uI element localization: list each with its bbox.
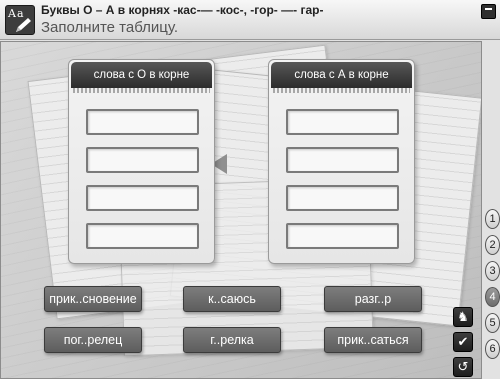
step-button-2[interactable]: 2 xyxy=(485,235,500,255)
check-button[interactable]: ✔ xyxy=(453,332,473,352)
hint-button[interactable]: ♞ xyxy=(453,307,473,327)
word-tile[interactable]: разг..р xyxy=(324,286,422,312)
word-tile[interactable]: к..саюсь xyxy=(183,286,281,312)
step-button-6[interactable]: 6 xyxy=(485,339,500,359)
task-instruction: Заполните таблицу. xyxy=(41,19,179,36)
word-tile[interactable]: прик..сновение xyxy=(44,286,142,312)
drop-slot-o-2[interactable] xyxy=(86,147,199,173)
word-tile[interactable]: прик..саться xyxy=(324,327,422,353)
step-button-5[interactable]: 5 xyxy=(485,313,500,333)
work-area: слова с О в корне слова с А в корне прик… xyxy=(0,41,482,379)
word-tile[interactable]: пог..релец xyxy=(44,327,142,353)
panel-divider xyxy=(273,88,410,93)
page-title: Буквы О – А в корнях -кас-— -кос-, -гор-… xyxy=(41,3,324,17)
column-o-header: слова с О в корне xyxy=(71,62,212,88)
column-o-panel: слова с О в корне xyxy=(68,59,215,264)
letters-icon: Aa xyxy=(5,5,35,35)
column-a-panel: слова с А в корне xyxy=(268,59,415,264)
word-tile[interactable]: г..релка xyxy=(183,327,281,353)
panel-divider xyxy=(73,88,210,93)
drop-slot-a-4[interactable] xyxy=(286,223,399,249)
drop-slot-a-2[interactable] xyxy=(286,147,399,173)
drop-slot-o-3[interactable] xyxy=(86,185,199,211)
drop-slot-a-1[interactable] xyxy=(286,109,399,135)
step-button-1[interactable]: 1 xyxy=(485,209,500,229)
step-button-3[interactable]: 3 xyxy=(485,261,500,281)
header: Aa Буквы О – А в корнях -кас-— -кос-, -г… xyxy=(0,0,500,40)
undo-icon: ↺ xyxy=(457,359,469,374)
check-icon: ✔ xyxy=(457,334,469,349)
drop-slot-o-4[interactable] xyxy=(86,223,199,249)
pencil-icon xyxy=(16,18,31,32)
column-a-header: слова с А в корне xyxy=(271,62,412,88)
chess-knight-icon: ♞ xyxy=(457,309,469,324)
drop-slot-o-1[interactable] xyxy=(86,109,199,135)
drop-slot-a-3[interactable] xyxy=(286,185,399,211)
minimize-button[interactable] xyxy=(481,4,496,19)
reset-button[interactable]: ↺ xyxy=(453,357,473,377)
step-button-4[interactable]: 4 xyxy=(485,287,500,307)
